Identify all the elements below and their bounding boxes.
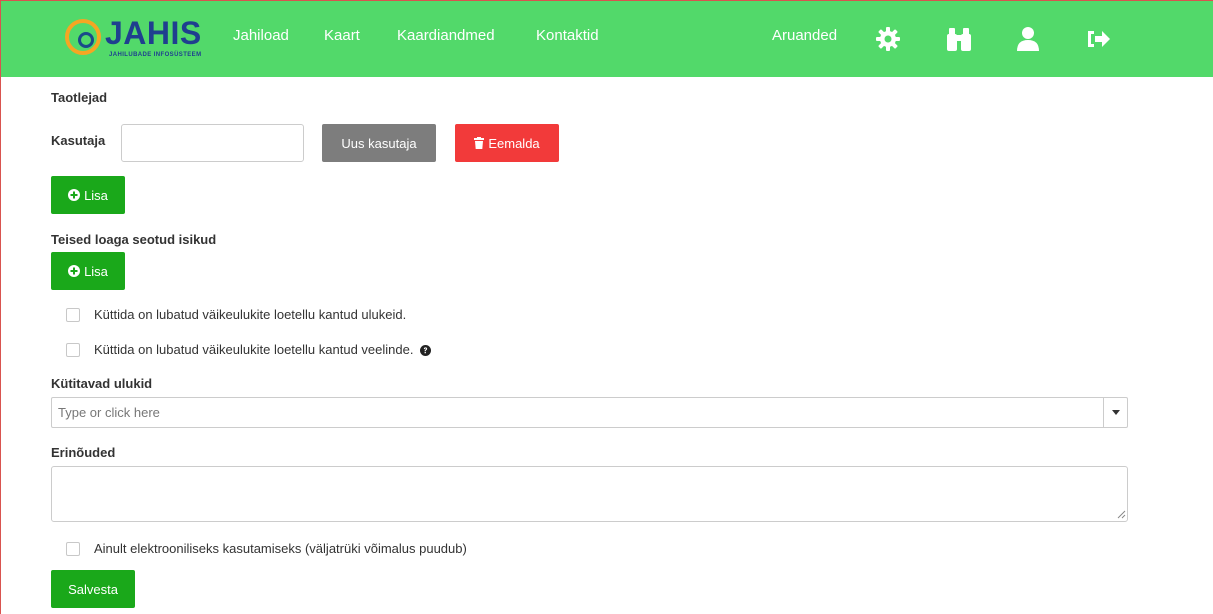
jahis-logo[interactable]: JAHIS JAHILUBADE INFOSÜSTEEM: [65, 15, 215, 63]
applicants-title: Taotlejad: [51, 90, 108, 105]
nav-jahiload[interactable]: Jahiload: [233, 27, 289, 44]
game-species-select[interactable]: Type or click here: [51, 397, 1128, 428]
resize-handle-icon[interactable]: [1116, 509, 1126, 519]
trash-icon: [474, 137, 485, 149]
user-input[interactable]: [121, 124, 304, 162]
small-game-mammals-label: Küttida on lubatud väikeulukite loetellu…: [94, 307, 407, 322]
electronic-only-checkbox[interactable]: [66, 541, 80, 556]
waterfowl-label-wrap: Küttida on lubatud väikeulukite loetellu…: [94, 342, 432, 357]
waterfowl-checkbox[interactable]: [66, 342, 80, 357]
small-game-mammals-checkbox[interactable]: [66, 307, 80, 322]
add-other-person-button-label: Lisa: [84, 263, 108, 279]
remove-button[interactable]: Eemalda: [455, 124, 559, 162]
dropdown-toggle[interactable]: [1103, 398, 1127, 427]
user-icon[interactable]: [1014, 25, 1042, 53]
top-navbar: JAHIS JAHILUBADE INFOSÜSTEEM Jahiload Ka…: [1, 1, 1213, 77]
electronic-only-label: Ainult elektrooniliseks kasutamiseks (vä…: [94, 541, 467, 556]
user-label: Kasutaja: [51, 133, 106, 148]
nav-aruanded[interactable]: Aruanded: [772, 27, 837, 44]
new-user-button-label: Uus kasutaja: [341, 135, 417, 151]
logo-subtitle: JAHILUBADE INFOSÜSTEEM: [109, 52, 202, 58]
small-game-mammals-row[interactable]: Küttida on lubatud väikeulukite loetellu…: [66, 307, 406, 322]
waterfowl-row[interactable]: Küttida on lubatud väikeulukite loetellu…: [66, 342, 432, 357]
nav-kaardiandmed[interactable]: Kaardiandmed: [397, 27, 495, 44]
new-user-button[interactable]: Uus kasutaja: [322, 124, 436, 162]
others-title: Teised loaga seotud isikud: [51, 232, 217, 247]
logo-text: JAHIS: [105, 15, 202, 51]
add-applicant-button-label: Lisa: [84, 187, 108, 203]
waterfowl-label: Küttida on lubatud väikeulukite loetellu…: [94, 342, 414, 357]
remove-button-label: Eemalda: [488, 135, 540, 151]
requirements-title: Erinõuded: [51, 445, 116, 460]
plus-circle-icon: [68, 189, 81, 201]
save-button-label: Salvesta: [68, 581, 118, 597]
game-species-placeholder: Type or click here: [58, 405, 160, 420]
save-button[interactable]: Salvesta: [51, 570, 135, 608]
electronic-only-row[interactable]: Ainult elektrooniliseks kasutamiseks (vä…: [66, 541, 467, 556]
nav-kaart[interactable]: Kaart: [324, 27, 360, 44]
plus-circle-icon: [68, 265, 81, 277]
binoculars-icon[interactable]: [944, 25, 974, 53]
game-species-title: Kütitavad ulukid: [51, 376, 153, 391]
add-applicant-button[interactable]: Lisa: [51, 176, 125, 214]
question-circle-icon[interactable]: [420, 345, 432, 357]
add-other-person-button[interactable]: Lisa: [51, 252, 125, 290]
gear-icon[interactable]: [874, 25, 902, 53]
sign-out-icon[interactable]: [1084, 25, 1112, 53]
nav-kontaktid[interactable]: Kontaktid: [536, 27, 599, 44]
requirements-textarea[interactable]: [51, 466, 1128, 522]
caret-down-icon: [1111, 410, 1120, 415]
logo-emblem-icon: [65, 19, 101, 55]
